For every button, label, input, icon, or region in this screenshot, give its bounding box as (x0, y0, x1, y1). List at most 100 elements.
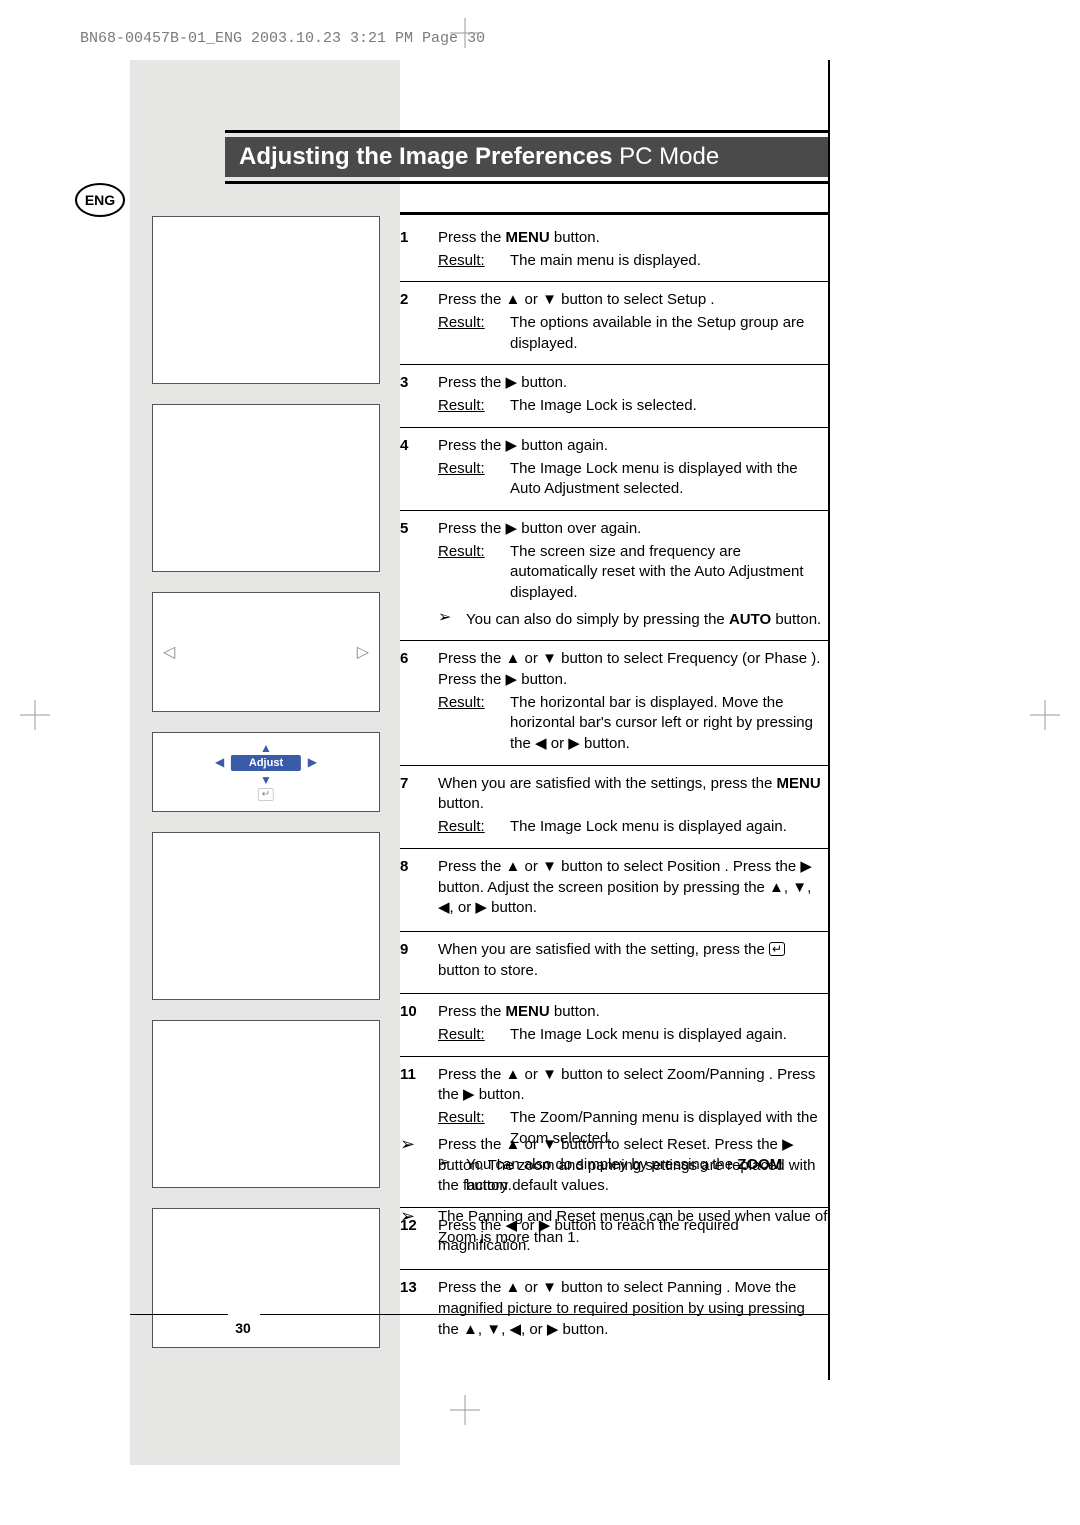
step-2: 2Press the ▲ or ▼ button to select Setup… (400, 282, 828, 365)
screenshot-6 (152, 1020, 380, 1188)
enter-icon: ↵ (258, 788, 274, 801)
step-instruction: Press the ▲ or ▼ button to select Pannin… (438, 1278, 828, 1340)
result-label: Result: (438, 313, 510, 354)
screenshot-4: ▲ ◀ Adjust ▶ ▼ ↵ (152, 732, 380, 812)
result-label: Result: (438, 396, 510, 417)
step-number: 9 (400, 940, 438, 983)
note-icon: ➢ (438, 610, 466, 626)
page-number: 30 (228, 1320, 258, 1336)
step-result: Result:The Image Lock menu is displayed … (438, 817, 828, 838)
step-result: Result:The Image Lock menu is displayed … (438, 459, 828, 500)
step-result: Result:The Image Lock menu is displayed … (438, 1025, 828, 1046)
step-instruction: Press the ▲ or ▼ button to select Freque… (438, 649, 828, 690)
step-instruction: Press the ▲ or ▼ button to select Zoom/P… (438, 1065, 828, 1106)
step-note: ➢You can also do simply by pressing the … (438, 610, 828, 631)
arrow-down-icon: ▼ (260, 773, 272, 787)
language-badge: ENG (75, 183, 125, 217)
screenshot-2 (152, 404, 380, 572)
result-text: The Image Lock menu is displayed again. (510, 1025, 828, 1046)
step-result: Result:The horizontal bar is displayed. … (438, 693, 828, 755)
step-instruction: Press the ▶ button again. (438, 436, 828, 457)
result-label: Result: (438, 693, 510, 755)
section-title-bold: Adjusting the Image Preferences (239, 143, 612, 170)
arrow-up-icon: ▲ (260, 741, 272, 755)
step-9: 9When you are satisfied with the setting… (400, 932, 828, 994)
step-body: Press the ▶ button again.Result:The Imag… (438, 436, 828, 500)
step-body: Press the ▲ or ▼ button to select Pannin… (438, 1278, 828, 1342)
arrow-right-icon: ▷ (357, 642, 369, 662)
note-icon: ➢ (400, 1135, 438, 1153)
step-body: Press the ▲ or ▼ button to select Setup … (438, 290, 828, 354)
page-number-rule-left (130, 1314, 228, 1315)
footer-note: ➢The Panning and Reset menus can be used… (400, 1207, 828, 1248)
result-label: Result: (438, 251, 510, 272)
step-instruction: Press the ▶ button over again. (438, 519, 828, 540)
step-body: Press the ▲ or ▼ button to select Positi… (438, 857, 828, 921)
note-text: The Panning and Reset menus can be used … (438, 1207, 828, 1248)
step-instruction: Press the MENU button. (438, 1002, 828, 1023)
screenshot-5 (152, 832, 380, 1000)
arrow-right-icon: ▶ (308, 755, 317, 769)
step-instruction: Press the ▲ or ▼ button to select Setup … (438, 290, 828, 311)
arrow-left-icon: ◀ (215, 755, 224, 769)
step-number: 13 (400, 1278, 438, 1342)
step-body: Press the MENU button.Result:The main me… (438, 228, 828, 271)
step-body: When you are satisfied with the setting,… (438, 940, 828, 983)
steps-top-rule (400, 212, 828, 215)
result-text: The screen size and frequency are automa… (510, 542, 828, 604)
result-label: Result: (438, 1025, 510, 1046)
note-text: Press the ▲ or ▼ button to select Reset.… (438, 1135, 828, 1197)
step-number: 6 (400, 649, 438, 754)
screenshot-column: ◁ ▷ ▲ ◀ Adjust ▶ ▼ ↵ (152, 216, 382, 1368)
result-text: The Image Lock menu is displayed again. (510, 817, 828, 838)
manual-page: BN68-00457B-01_ENG 2003.10.23 3:21 PM Pa… (0, 0, 1080, 1525)
result-text: The horizontal bar is displayed. Move th… (510, 693, 828, 755)
step-number: 4 (400, 436, 438, 500)
step-body: When you are satisfied with the settings… (438, 774, 828, 838)
step-5: 5Press the ▶ button over again.Result:Th… (400, 511, 828, 641)
step-result: Result:The options available in the Setu… (438, 313, 828, 354)
step-7: 7When you are satisfied with the setting… (400, 766, 828, 849)
result-text: The Image Lock is selected. (510, 396, 828, 417)
step-number: 7 (400, 774, 438, 838)
step-instruction: Press the ▲ or ▼ button to select Positi… (438, 857, 828, 919)
step-8: 8Press the ▲ or ▼ button to select Posit… (400, 849, 828, 932)
step-body: Press the ▶ button.Result:The Image Lock… (438, 373, 828, 416)
footer-notes: ➢Press the ▲ or ▼ button to select Reset… (400, 1129, 828, 1258)
crop-mark-left (20, 700, 50, 730)
step-6: 6Press the ▲ or ▼ button to select Frequ… (400, 641, 828, 765)
screenshot-1 (152, 216, 380, 384)
step-result: Result:The screen size and frequency are… (438, 542, 828, 604)
step-13: 13Press the ▲ or ▼ button to select Pann… (400, 1270, 828, 1352)
page-number-rule-right (260, 1314, 828, 1315)
step-body: Press the MENU button.Result:The Image L… (438, 1002, 828, 1045)
result-text: The options available in the Setup group… (510, 313, 828, 354)
step-number: 10 (400, 1002, 438, 1045)
crop-mark-bottom (450, 1395, 480, 1425)
step-instruction: Press the ▶ button. (438, 373, 828, 394)
step-body: Press the ▶ button over again.Result:The… (438, 519, 828, 630)
arrow-left-icon: ◁ (163, 642, 175, 662)
footer-note: ➢Press the ▲ or ▼ button to select Reset… (400, 1135, 828, 1197)
step-body: Press the ▲ or ▼ button to select Freque… (438, 649, 828, 754)
step-instruction: When you are satisfied with the setting,… (438, 940, 828, 981)
result-text: The main menu is displayed. (510, 251, 828, 272)
step-1: 1Press the MENU button.Result:The main m… (400, 220, 828, 282)
adjust-label: Adjust (231, 755, 301, 771)
crop-mark-right (1030, 700, 1060, 730)
step-number: 1 (400, 228, 438, 271)
right-margin-rule (828, 60, 830, 1380)
note-icon: ➢ (400, 1207, 438, 1225)
note-text: You can also do simply by pressing the A… (466, 610, 828, 631)
step-4: 4Press the ▶ button again.Result:The Ima… (400, 428, 828, 511)
result-text: The Image Lock menu is displayed with th… (510, 459, 828, 500)
result-label: Result: (438, 817, 510, 838)
step-result: Result:The Image Lock is selected. (438, 396, 828, 417)
step-instruction: Press the MENU button. (438, 228, 828, 249)
result-label: Result: (438, 542, 510, 604)
step-instruction: When you are satisfied with the settings… (438, 774, 828, 815)
section-title-light: PC Mode (612, 143, 719, 170)
step-number: 8 (400, 857, 438, 921)
step-result: Result:The main menu is displayed. (438, 251, 828, 272)
step-10: 10Press the MENU button.Result:The Image… (400, 994, 828, 1056)
